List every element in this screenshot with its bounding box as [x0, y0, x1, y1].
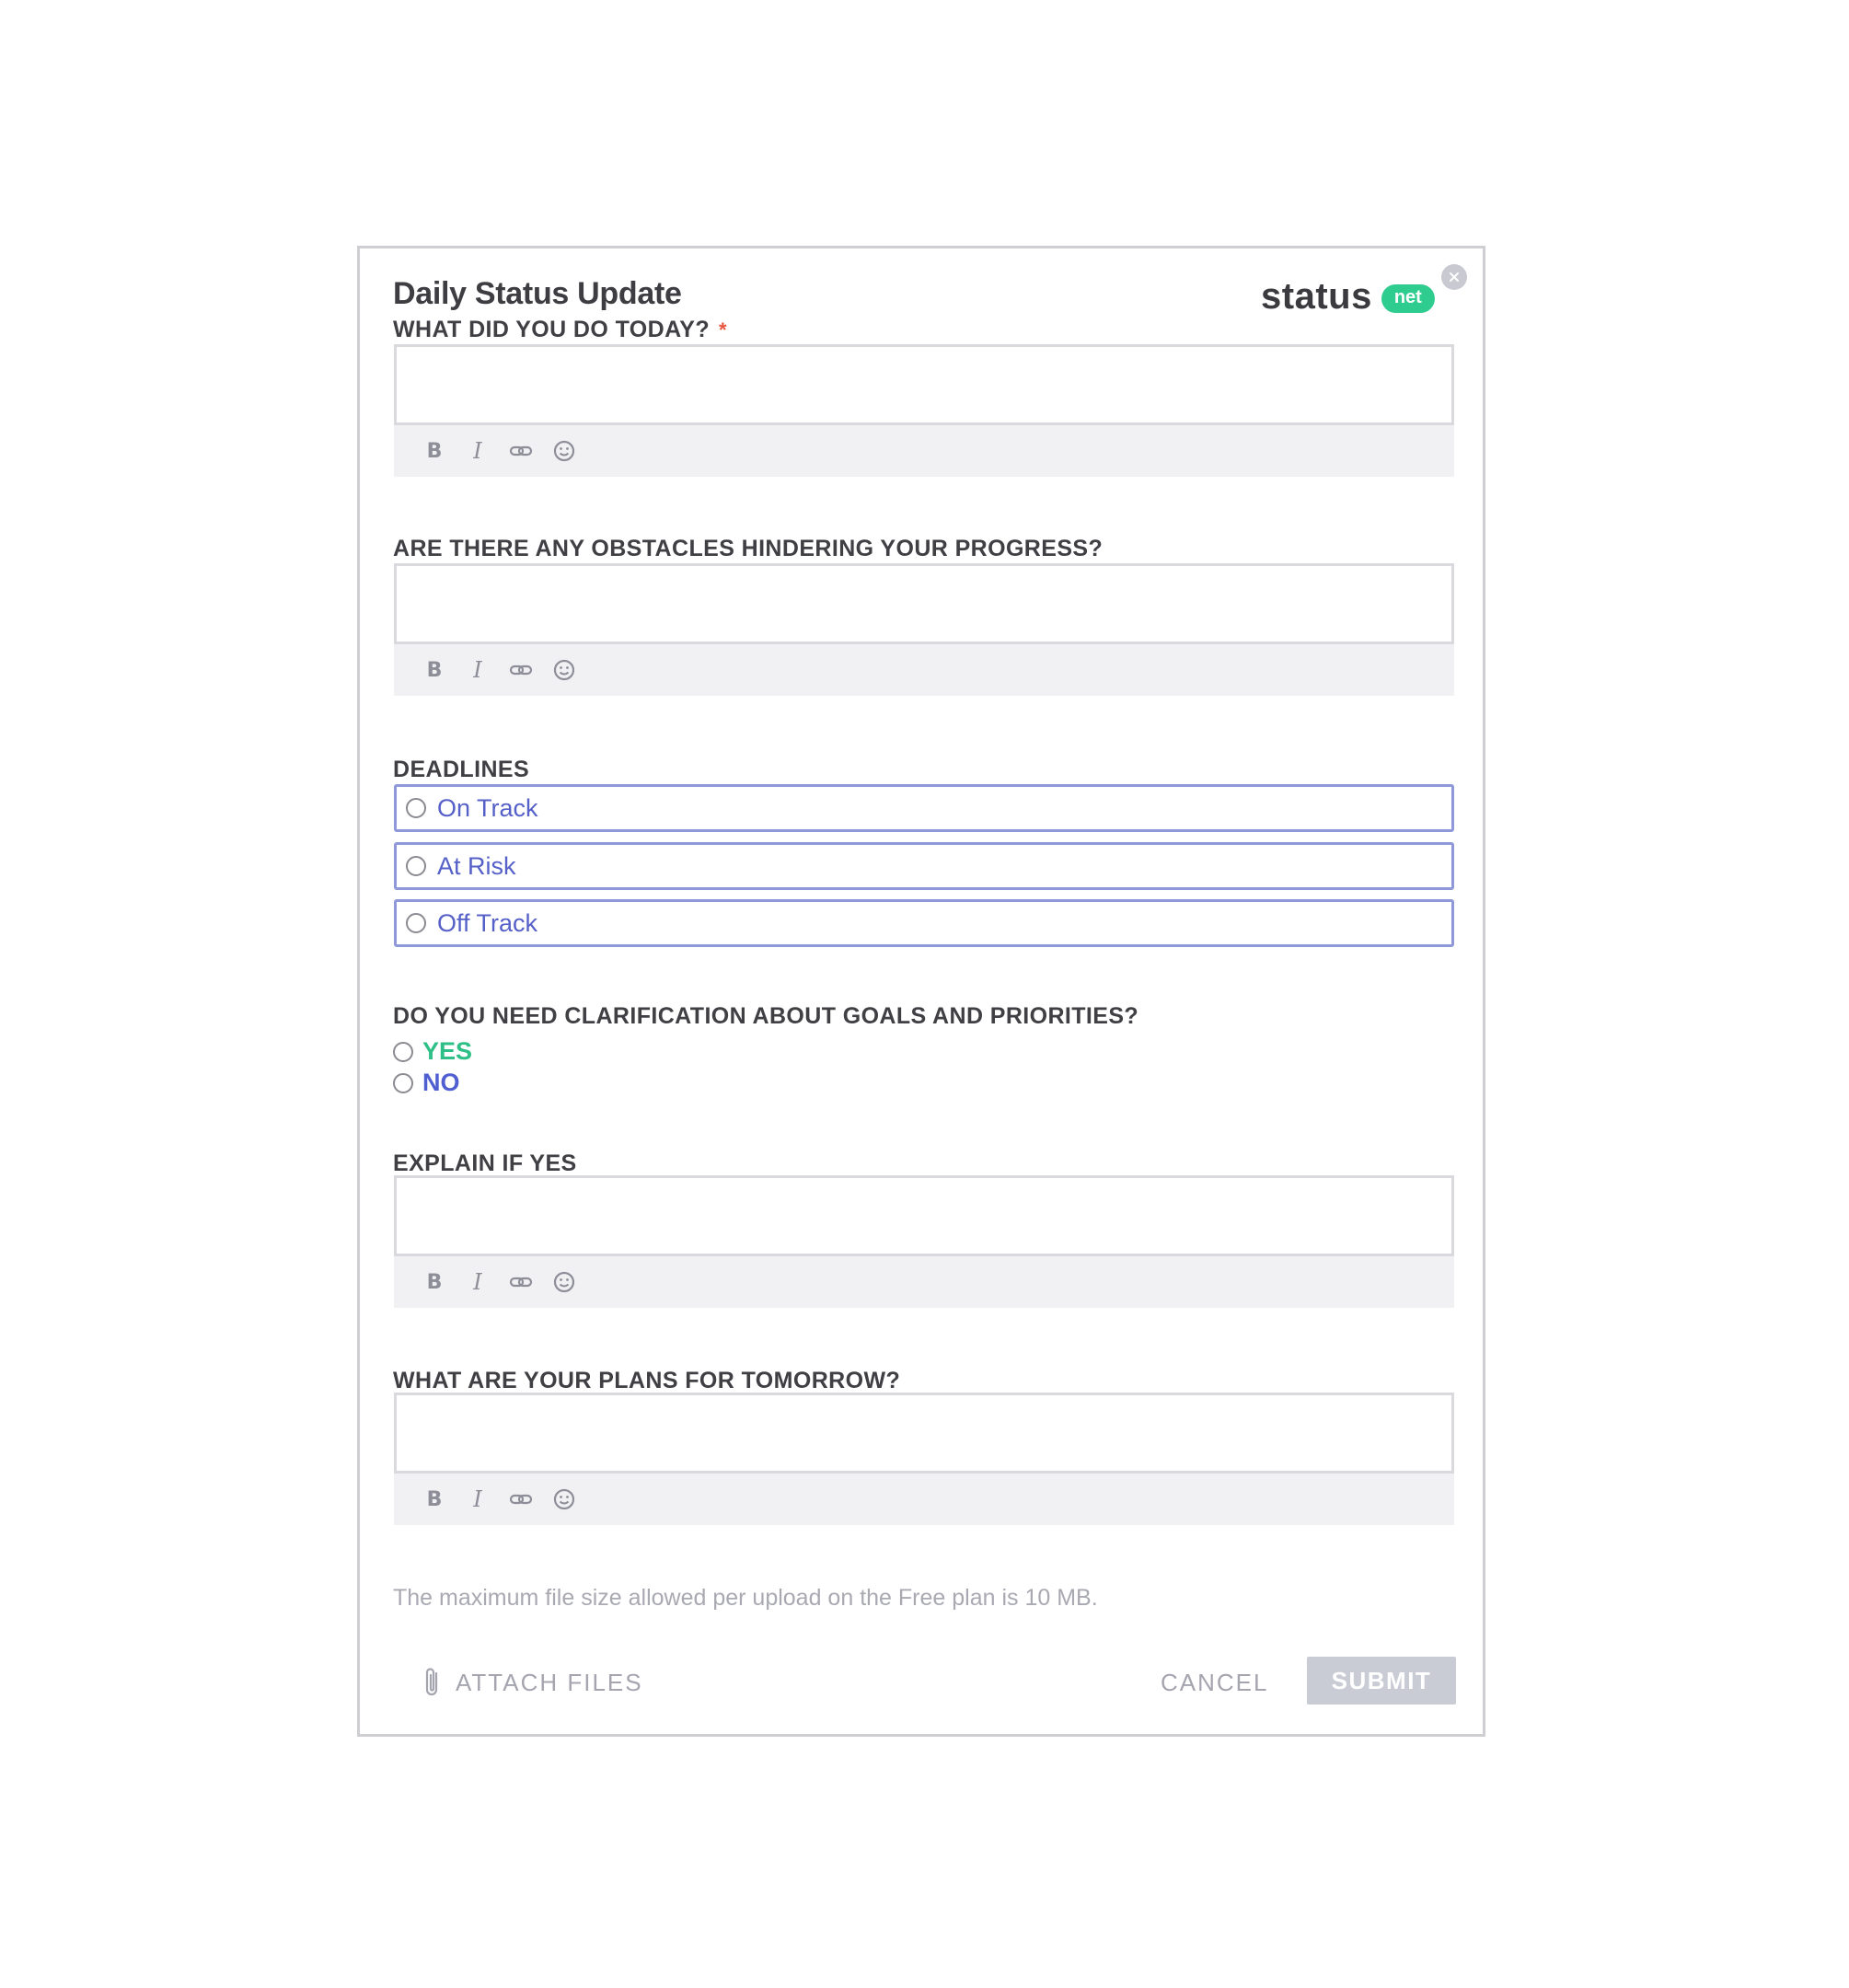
question-label-explain: EXPLAIN IF YES — [393, 1150, 577, 1176]
bold-button[interactable]: B — [422, 657, 447, 683]
explain-input[interactable] — [394, 1175, 1454, 1256]
smiley-icon — [553, 659, 575, 681]
italic-button[interactable]: I — [465, 657, 491, 683]
link-icon — [509, 1494, 533, 1505]
deadline-option-at-risk[interactable]: At Risk — [394, 842, 1454, 890]
question-label-obstacles: ARE THERE ANY OBSTACLES HINDERING YOUR P… — [393, 536, 1104, 561]
link-button[interactable] — [508, 1486, 534, 1512]
link-icon — [509, 1277, 533, 1288]
link-button[interactable] — [508, 1269, 534, 1295]
editor-obstacles: B I — [394, 563, 1454, 696]
radio-circle — [393, 1041, 413, 1062]
radio-circle — [406, 913, 426, 933]
emoji-button[interactable] — [551, 1269, 577, 1295]
logo-word: status — [1261, 276, 1372, 317]
question-text: WHAT DID YOU DO TODAY? — [393, 317, 711, 342]
today-input[interactable] — [394, 344, 1454, 425]
deadline-option-label: At Risk — [437, 851, 516, 880]
link-icon — [509, 665, 533, 676]
editor-toolbar: B I — [394, 1474, 1454, 1525]
editor-toolbar: B I — [394, 644, 1454, 696]
obstacles-input[interactable] — [394, 563, 1454, 644]
cancel-button[interactable]: CANCEL — [1161, 1669, 1268, 1697]
question-label-today: WHAT DID YOU DO TODAY? * — [393, 317, 727, 343]
paperclip-icon — [425, 1668, 438, 1696]
emoji-button[interactable] — [551, 438, 577, 464]
emoji-button[interactable] — [551, 1486, 577, 1512]
emoji-button[interactable] — [551, 657, 577, 683]
italic-button[interactable]: I — [465, 1486, 491, 1512]
question-label-deadlines: DEADLINES — [393, 757, 530, 782]
smiley-icon — [553, 440, 575, 462]
bold-button[interactable]: B — [422, 438, 447, 464]
submit-button[interactable]: SUBMIT — [1307, 1657, 1456, 1705]
link-icon — [509, 445, 533, 457]
close-icon — [1450, 272, 1459, 282]
deadline-option-on-track[interactable]: On Track — [394, 784, 1454, 832]
clarification-option-yes[interactable]: YES — [393, 1037, 472, 1066]
question-label-clarification: DO YOU NEED CLARIFICATION ABOUT GOALS AN… — [393, 1003, 1139, 1029]
bold-button[interactable]: B — [422, 1486, 447, 1512]
attach-files-button[interactable]: ATTACH FILES — [422, 1666, 643, 1699]
editor-toolbar: B I — [394, 425, 1454, 477]
smiley-icon — [553, 1488, 575, 1510]
status-net-logo: status net — [1261, 276, 1435, 318]
option-yes-label: YES — [422, 1037, 473, 1065]
radio-circle — [406, 798, 426, 818]
bold-button[interactable]: B — [422, 1269, 447, 1295]
radio-circle — [406, 856, 426, 876]
attach-files-label: ATTACH FILES — [456, 1668, 643, 1696]
option-no-label: NO — [422, 1069, 460, 1096]
tomorrow-input[interactable] — [394, 1393, 1454, 1474]
editor-explain: B I — [394, 1175, 1454, 1308]
editor-tomorrow: B I — [394, 1393, 1454, 1525]
italic-button[interactable]: I — [465, 1269, 491, 1295]
file-size-note: The maximum file size allowed per upload… — [393, 1585, 1098, 1611]
deadline-option-label: On Track — [437, 793, 538, 822]
link-button[interactable] — [508, 438, 534, 464]
italic-button[interactable]: I — [465, 438, 491, 464]
close-button[interactable] — [1441, 264, 1467, 290]
smiley-icon — [553, 1271, 575, 1293]
editor-today: B I — [394, 344, 1454, 477]
radio-circle — [393, 1072, 413, 1093]
required-marker: * — [719, 318, 727, 341]
question-label-tomorrow: WHAT ARE YOUR PLANS FOR TOMORROW? — [393, 1368, 901, 1393]
form-title: Daily Status Update — [393, 276, 682, 311]
deadline-option-off-track[interactable]: Off Track — [394, 899, 1454, 947]
editor-toolbar: B I — [394, 1256, 1454, 1308]
link-button[interactable] — [508, 657, 534, 683]
logo-badge: net — [1381, 284, 1435, 313]
status-form-card: Daily Status Update status net WHAT DID … — [357, 246, 1485, 1737]
deadline-option-label: Off Track — [437, 908, 538, 937]
clarification-option-no[interactable]: NO — [393, 1069, 460, 1097]
